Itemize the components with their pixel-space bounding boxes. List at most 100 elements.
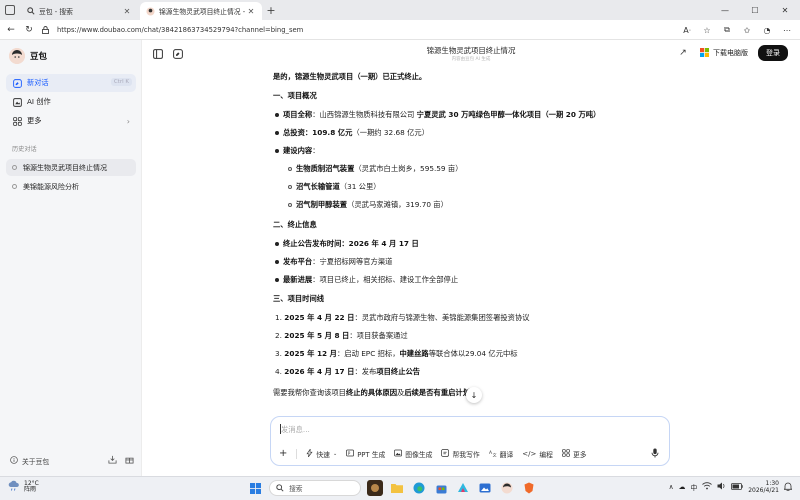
copilot-icon[interactable]: ◔ <box>760 23 774 37</box>
browser-tab-active[interactable]: 锦源生物灵武项目终止情况 - 豆包 ✕ <box>140 2 262 20</box>
browser-tab[interactable]: 豆包 - 搜索 ✕ <box>20 2 138 20</box>
sidebar: 豆包 新对话 Ctrl K AI 创作 更多 › 历史对话 锦源生物灵武项目终止… <box>0 40 142 476</box>
tool-image[interactable]: 图像生成 <box>394 449 432 459</box>
weather-widget[interactable]: 12°C 阵雨 <box>8 480 39 495</box>
share-icon[interactable]: ↗ <box>676 46 690 60</box>
more-icon[interactable]: ⋯ <box>780 23 794 37</box>
sidebar-item-label: 更多 <box>27 116 42 125</box>
tool-translate[interactable]: A文 翻译 <box>489 449 514 458</box>
sidebar-footer: 关于豆包 <box>10 455 134 466</box>
gift-icon[interactable] <box>125 455 134 466</box>
search-icon <box>276 484 284 492</box>
edge-browser-icon[interactable] <box>411 480 427 496</box>
tool-writing[interactable]: 帮我写作 <box>441 448 480 459</box>
windows-start-icon[interactable] <box>247 480 263 496</box>
read-aloud-icon[interactable]: Aᐧ <box>680 23 694 37</box>
message-composer: 发消息... + 快速 ⌄ P PPT 生成 图像生成 帮我写作 A 文 翻译 … <box>270 416 670 466</box>
answer-lead: 是的，锦源生物灵武项目（一期）已正式终止。 <box>273 72 427 81</box>
history-item[interactable]: 美锦能源风险分析 <box>6 178 136 195</box>
bullet-icon <box>275 242 279 246</box>
followup-question: 需要我帮你查询该项目终止的具体原因及后续是否有重启计划吗? <box>273 388 481 397</box>
history-item[interactable]: 锦源生物灵武项目终止情况 <box>6 159 136 176</box>
svg-text:文: 文 <box>492 451 496 456</box>
battery-icon[interactable] <box>731 482 743 492</box>
sidebar-item-label: AI 创作 <box>27 97 51 106</box>
tool-quick[interactable]: 快速 ⌄ <box>306 448 338 459</box>
url-text: https://www.doubao.com/chat/384218637345… <box>57 26 304 34</box>
tool-more[interactable]: 更多 <box>562 448 587 459</box>
microphone-icon[interactable] <box>649 447 661 459</box>
doubao-logo-icon <box>9 48 25 64</box>
list-item: 发布平台：宁夏招标网等官方渠道 <box>283 257 393 266</box>
bullet-icon <box>275 113 279 117</box>
bullet-icon <box>275 278 279 282</box>
scroll-to-bottom-button[interactable]: ↓ <box>466 387 482 403</box>
attach-plus-icon[interactable]: + <box>279 448 287 459</box>
download-pc-button[interactable]: 下载电脑版 <box>700 47 748 59</box>
list-item: 建设内容： <box>283 146 320 155</box>
brand-name: 豆包 <box>30 52 48 62</box>
sub-list-item: 沼气长输管道（31 公里） <box>296 182 381 191</box>
brave-browser-icon[interactable] <box>521 480 537 496</box>
list-item: 终止公告发布时间：2026 年 4 月 17 日 <box>283 239 419 248</box>
section-heading: 三、项目时间线 <box>273 294 325 303</box>
history-dot-icon <box>12 184 17 189</box>
message-input[interactable]: 发消息... <box>281 425 310 435</box>
sidebar-item-new-chat[interactable]: 新对话 Ctrl K <box>6 74 136 92</box>
close-window-icon[interactable]: ✕ <box>770 0 800 20</box>
download-app-icon[interactable] <box>108 455 117 466</box>
sidebar-item-more[interactable]: 更多 › <box>6 112 136 130</box>
history-section-label: 历史对话 <box>12 146 37 153</box>
sidebar-item-ai-create[interactable]: AI 创作 <box>6 93 136 111</box>
clock[interactable]: 1:30 2026/4/21 <box>748 480 779 494</box>
tab-actions-icon[interactable] <box>5 5 15 15</box>
tool-coding[interactable]: </> 编程 <box>522 449 553 459</box>
tool-ppt[interactable]: P PPT 生成 <box>346 449 385 459</box>
sub-bullet-icon <box>288 167 292 171</box>
sidebar-item-label: 新对话 <box>27 78 49 87</box>
store-icon[interactable] <box>433 480 449 496</box>
code-icon: </> <box>522 449 537 458</box>
new-tab-button[interactable]: + <box>264 3 278 17</box>
windows-logo-icon <box>700 47 709 59</box>
taskbar-search[interactable]: 搜索 <box>269 480 361 496</box>
doubao-app-icon[interactable] <box>499 480 515 496</box>
login-button[interactable]: 登录 <box>758 45 788 61</box>
history-item-label: 美锦能源风险分析 <box>23 182 79 191</box>
split-screen-icon[interactable]: ⧉ <box>720 23 734 37</box>
cloud-sync-icon[interactable]: ☁ <box>679 483 686 491</box>
timeline-item: 4. 2026 年 4 月 17 日：发布项目终止公告 <box>275 367 421 376</box>
tray-expand-icon[interactable]: ∧ <box>669 483 674 491</box>
wifi-icon[interactable] <box>702 482 713 492</box>
weather-condition: 阵雨 <box>24 486 37 494</box>
list-item: 总投资：109.8 亿元（一期约 32.68 亿元） <box>283 128 430 137</box>
url-field[interactable]: https://www.doubao.com/chat/384218637345… <box>42 22 692 38</box>
notifications-bell-icon[interactable] <box>783 482 793 493</box>
ai-create-icon <box>12 97 22 107</box>
input-method-indicator[interactable]: 中 <box>690 482 697 492</box>
file-explorer-icon[interactable] <box>389 480 405 496</box>
window-controls: — ☐ ✕ <box>710 0 800 20</box>
volume-icon[interactable] <box>717 482 726 492</box>
maps-app-icon[interactable] <box>455 480 471 496</box>
back-icon[interactable]: ← <box>4 23 18 37</box>
about-link[interactable]: 关于豆包 <box>10 455 108 466</box>
brand[interactable]: 豆包 <box>9 48 47 64</box>
refresh-icon[interactable]: ↻ <box>22 23 36 37</box>
browser-tab-strip: 豆包 - 搜索 ✕ 锦源生物灵武项目终止情况 - 豆包 ✕ + — ☐ ✕ <box>0 0 800 20</box>
bullet-icon <box>275 260 279 264</box>
favorites-icon[interactable]: ✩ <box>740 23 754 37</box>
close-icon[interactable]: ✕ <box>246 7 256 16</box>
ppt-icon: P <box>346 449 355 459</box>
sub-bullet-icon <box>288 185 292 189</box>
chevron-down-icon: ⌄ <box>332 450 338 457</box>
writing-icon <box>441 448 450 459</box>
maximize-icon[interactable]: ☐ <box>740 0 770 20</box>
minimize-icon[interactable]: — <box>710 0 740 20</box>
photos-app-icon[interactable] <box>477 480 493 496</box>
game-app-icon[interactable] <box>367 480 383 496</box>
lightning-icon <box>306 448 313 459</box>
favorite-star-icon[interactable]: ☆ <box>700 23 714 37</box>
section-heading: 一、项目概况 <box>273 91 317 100</box>
close-icon[interactable]: ✕ <box>122 7 132 16</box>
